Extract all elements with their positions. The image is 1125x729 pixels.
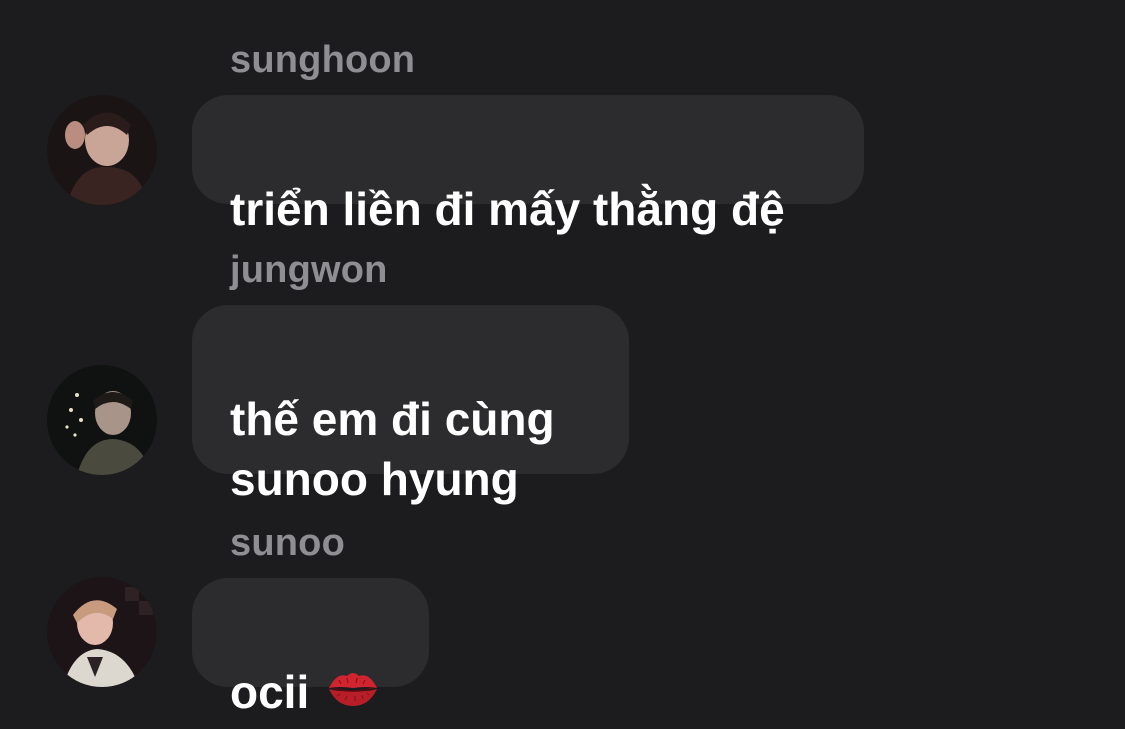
sender-name: sunghoon bbox=[230, 39, 416, 81]
message-bubble[interactable]: thế em đi cùng sunoo hyung bbox=[192, 305, 629, 505]
message-text: ocii bbox=[230, 666, 310, 718]
avatar-image bbox=[47, 95, 157, 205]
sender-name: jungwon bbox=[230, 249, 388, 291]
avatar-image bbox=[47, 365, 157, 475]
avatar[interactable] bbox=[47, 95, 157, 205]
avatar[interactable] bbox=[47, 365, 157, 475]
message-bubble[interactable]: ocii bbox=[192, 578, 429, 718]
avatar-image bbox=[47, 577, 157, 687]
sender-name: sunoo bbox=[230, 522, 345, 564]
kiss-mark-icon bbox=[327, 662, 379, 722]
message-bubble[interactable]: triển liền đi mấy thằng đệ bbox=[192, 95, 864, 235]
avatar[interactable] bbox=[47, 577, 157, 687]
message-text: triển liền đi mấy thằng đệ bbox=[230, 183, 785, 235]
message-thread: sunghoon triển liền đi mấy thằng đệ jung… bbox=[0, 0, 1125, 729]
message-text: thế em đi cùng sunoo hyung bbox=[230, 393, 555, 505]
